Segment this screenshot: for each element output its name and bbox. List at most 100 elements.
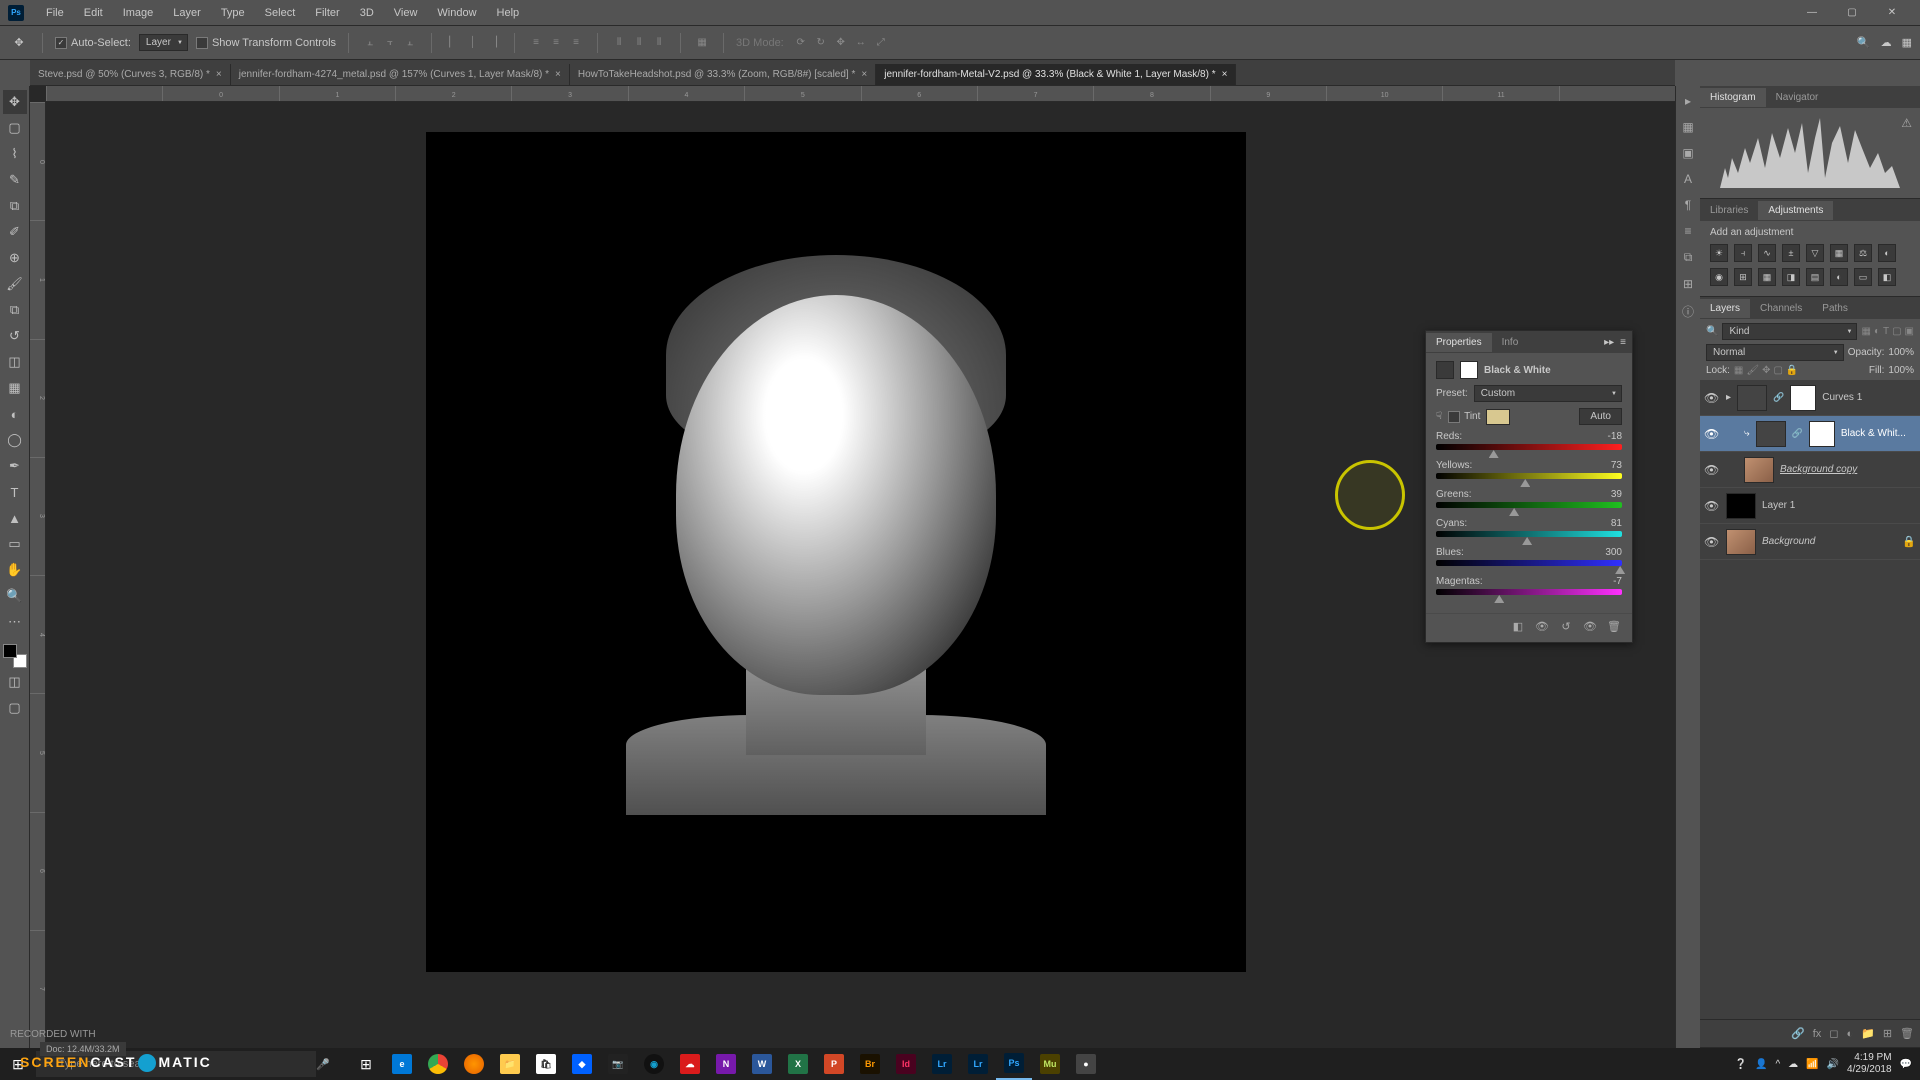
indesign-icon[interactable]: Id — [888, 1048, 924, 1080]
on-image-tool-icon[interactable]: ☟ — [1436, 411, 1442, 422]
tab-info[interactable]: Info — [1492, 333, 1529, 352]
close-icon[interactable]: × — [555, 69, 561, 80]
color-slider[interactable]: Cyans:81 — [1436, 518, 1622, 537]
slide-icon[interactable]: ↔ — [852, 34, 870, 52]
lock-trans-icon[interactable]: ▦ — [1734, 365, 1743, 376]
powerpoint-icon[interactable]: P — [816, 1048, 852, 1080]
search-icon[interactable]: 🔍 — [1857, 36, 1871, 49]
auto-button[interactable]: Auto — [1579, 408, 1622, 425]
para-panel-icon[interactable]: ¶ — [1685, 198, 1691, 212]
visibility-icon[interactable]: 👁 — [1704, 463, 1720, 477]
brush-tool[interactable]: 🖌 — [3, 272, 27, 296]
tab-histogram[interactable]: Histogram — [1700, 88, 1766, 107]
gradient-tool[interactable]: ▦ — [3, 376, 27, 400]
slider-value[interactable]: -7 — [1613, 576, 1622, 587]
orbit-icon[interactable]: ⟳ — [792, 34, 810, 52]
visibility-icon[interactable]: 👁 — [1704, 499, 1720, 513]
edge-icon[interactable]: e — [384, 1048, 420, 1080]
char-panel-icon[interactable]: A — [1684, 172, 1692, 186]
filter-pixel-icon[interactable]: ▦ — [1861, 326, 1870, 337]
new-layer-icon[interactable]: ⊞ — [1883, 1027, 1892, 1040]
curves-icon[interactable]: ∿ — [1758, 244, 1776, 262]
dist-hcenter-icon[interactable]: ⦀ — [630, 34, 648, 52]
slider-value[interactable]: 73 — [1611, 460, 1622, 471]
align-hcenter-icon[interactable]: │ — [464, 34, 482, 52]
type-tool[interactable]: T — [3, 480, 27, 504]
tray-volume-icon[interactable]: 🔊 — [1827, 1059, 1839, 1070]
dist-right-icon[interactable]: ⦀ — [650, 34, 668, 52]
delete-adj-icon[interactable]: 🗑 — [1606, 620, 1622, 636]
menu-help[interactable]: Help — [487, 7, 530, 19]
lock-artboard-icon[interactable]: ▢ — [1773, 365, 1782, 376]
store-icon[interactable]: 🛍 — [528, 1048, 564, 1080]
bridge-icon[interactable]: Br — [852, 1048, 888, 1080]
invert-icon[interactable]: ◨ — [1782, 268, 1800, 286]
close-icon[interactable]: × — [216, 69, 222, 80]
fill-value[interactable]: 100% — [1888, 365, 1914, 376]
opacity-value[interactable]: 100% — [1888, 347, 1914, 358]
excel-icon[interactable]: X — [780, 1048, 816, 1080]
menu-filter[interactable]: Filter — [305, 7, 349, 19]
filter-type-icon[interactable]: T — [1883, 326, 1889, 337]
screen-mode-tool[interactable]: ▢ — [3, 696, 27, 720]
align-vcenter-icon[interactable]: ⫟ — [381, 34, 399, 52]
info-panel-icon[interactable]: ⓘ — [1682, 303, 1694, 320]
bw-icon[interactable]: ◐ — [1878, 244, 1896, 262]
quick-select-tool[interactable]: ✎ — [3, 168, 27, 192]
blend-mode-dropdown[interactable]: Normal — [1706, 344, 1844, 361]
muse-icon[interactable]: Mu — [1032, 1048, 1068, 1080]
menu-3d[interactable]: 3D — [350, 7, 384, 19]
layer-name[interactable]: Black & Whit... — [1841, 428, 1906, 439]
document-tab[interactable]: HowToTakeHeadshot.psd @ 33.3% (Zoom, RGB… — [570, 64, 876, 85]
brushes-panel-icon[interactable]: ⧉ — [1684, 250, 1693, 265]
levels-icon[interactable]: ⫞ — [1734, 244, 1752, 262]
dist-bottom-icon[interactable]: ≡ — [567, 34, 585, 52]
onenote-icon[interactable]: N — [708, 1048, 744, 1080]
tab-libraries[interactable]: Libraries — [1700, 201, 1758, 220]
selective-color-icon[interactable]: ◧ — [1878, 268, 1896, 286]
preset-dropdown[interactable]: Custom — [1474, 385, 1622, 402]
color-slider[interactable]: Yellows:73 — [1436, 460, 1622, 479]
photo-filter-icon[interactable]: ◉ — [1710, 268, 1728, 286]
tray-up-icon[interactable]: ^ — [1775, 1059, 1780, 1070]
camera-icon[interactable]: 📷 — [600, 1048, 636, 1080]
layer-row[interactable]: 👁 Background 🔒 — [1700, 524, 1920, 560]
toggle-visibility-icon[interactable]: 👁 — [1582, 620, 1598, 636]
auto-select-checkbox[interactable]: ✓Auto-Select: — [55, 37, 131, 49]
link-icon[interactable]: 🔗 — [1773, 392, 1784, 403]
show-transform-checkbox[interactable]: Show Transform Controls — [196, 37, 336, 49]
swatches-panel-icon[interactable]: ▦ — [1682, 120, 1693, 134]
misc-app-icon[interactable]: ● — [1068, 1048, 1104, 1080]
slider-track[interactable] — [1436, 502, 1622, 508]
layer-thumb[interactable] — [1737, 385, 1767, 411]
maximize-button[interactable]: ▢ — [1832, 1, 1872, 25]
slider-handle[interactable] — [1494, 595, 1504, 603]
slider-handle[interactable] — [1522, 537, 1532, 545]
dist-top-icon[interactable]: ≡ — [527, 34, 545, 52]
filter-smart-icon[interactable]: ▣ — [1905, 326, 1914, 337]
slider-track[interactable] — [1436, 560, 1622, 566]
layer-thumb[interactable] — [1726, 529, 1756, 555]
lock-all-icon[interactable]: 🔒 — [1786, 365, 1798, 376]
channel-mixer-icon[interactable]: ⊞ — [1734, 268, 1752, 286]
auto-align-icon[interactable]: ▦ — [693, 34, 711, 52]
menu-image[interactable]: Image — [113, 7, 164, 19]
history-brush-tool[interactable]: ↺ — [3, 324, 27, 348]
minimize-button[interactable]: — — [1792, 1, 1832, 25]
notifications-icon[interactable]: 💬 — [1900, 1059, 1912, 1070]
hand-tool[interactable]: ✋ — [3, 558, 27, 582]
delete-layer-icon[interactable]: 🗑 — [1900, 1027, 1914, 1040]
lock-pixel-icon[interactable]: 🖌 — [1746, 365, 1759, 376]
dist-vcenter-icon[interactable]: ≡ — [547, 34, 565, 52]
close-icon[interactable]: × — [861, 69, 867, 80]
lock-pos-icon[interactable]: ✥ — [1762, 365, 1770, 376]
roll-icon[interactable]: ↻ — [812, 34, 830, 52]
quickmask-tool[interactable]: ◫ — [3, 670, 27, 694]
task-view-icon[interactable]: ⊞ — [348, 1048, 384, 1080]
posterize-icon[interactable]: ▤ — [1806, 268, 1824, 286]
menu-layer[interactable]: Layer — [163, 7, 211, 19]
clone-tool[interactable]: ⧉ — [3, 298, 27, 322]
chrome-icon[interactable] — [420, 1048, 456, 1080]
menu-view[interactable]: View — [384, 7, 428, 19]
document-tab[interactable]: jennifer-fordham-Metal-V2.psd @ 33.3% (B… — [876, 64, 1236, 85]
